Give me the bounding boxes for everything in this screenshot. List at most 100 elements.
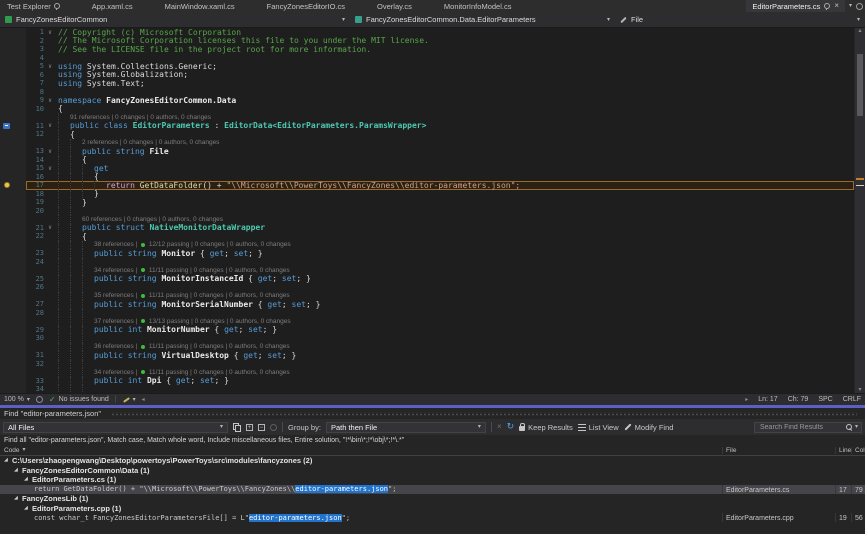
codelens-label[interactable]: 91 references | 0 changes | 0 authors, 0… [70, 114, 211, 121]
document-tab[interactable]: Test Explorer [2, 0, 65, 12]
code-cleanup-button[interactable]: ▾ [123, 397, 136, 403]
code-text[interactable]: public string MonitorSerialNumber { get;… [56, 300, 854, 309]
codelens-label[interactable]: 34 references | 11/11 passing | 0 change… [94, 267, 290, 274]
code-text[interactable]: public string MonitorInstanceId { get; s… [56, 275, 854, 284]
codelens-label[interactable]: 34 references | 11/11 passing | 0 change… [94, 369, 290, 376]
search-find-results-box[interactable]: ▾ [754, 422, 862, 433]
codelens-label[interactable]: 2 references | 0 changes | 0 authors, 0 … [82, 139, 219, 146]
codelens-label[interactable]: 35 references | 11/11 passing | 0 change… [94, 292, 290, 299]
code-line[interactable]: 25public string MonitorInstanceId { get;… [0, 275, 854, 284]
fold-toggle[interactable]: ∨ [44, 63, 56, 70]
expand-triangle-icon[interactable]: ◢ [14, 468, 22, 473]
code-line[interactable]: 12{ [0, 130, 854, 139]
code-line[interactable]: 29public int MonitorNumber { get; set; } [0, 326, 854, 335]
find-panel-title-bar[interactable]: Find "editor-parameters.json" [0, 408, 865, 419]
fold-toggle[interactable]: ∨ [44, 148, 56, 155]
column-header-file[interactable]: File [722, 447, 835, 454]
codelens-row[interactable]: 36 references | 11/11 passing | 0 change… [0, 343, 854, 352]
list-view-button[interactable]: List View [578, 423, 619, 432]
code-text[interactable]: // See the LICENSE file in the project r… [56, 45, 854, 54]
code-text[interactable]: } [56, 198, 854, 207]
column-header-line[interactable]: Line [835, 447, 851, 454]
group-by-dropdown[interactable]: Path then File ▾ [326, 422, 486, 433]
scroll-right-icon[interactable]: ▸ [745, 397, 748, 403]
keep-results-button[interactable]: Keep Results [519, 423, 573, 432]
zoom-dropdown[interactable]: 100 % ▾ [4, 396, 30, 403]
lightbulb-icon[interactable] [4, 182, 10, 188]
chevron-down-icon[interactable]: ▾ [855, 424, 858, 430]
code-line[interactable]: 9∨namespace FancyZonesEditorCommon.Data [0, 96, 854, 105]
code-line[interactable]: 20 [0, 207, 854, 216]
code-line[interactable]: 5∨using System.Collections.Generic; [0, 62, 854, 71]
code-line[interactable]: 2// The Microsoft Corporation licenses t… [0, 37, 854, 46]
document-tab[interactable]: FancyZonesEditorIO.cs [262, 0, 350, 12]
code-line[interactable]: 32 [0, 360, 854, 369]
code-line[interactable]: 31public string VirtualDesktop { get; se… [0, 351, 854, 360]
chevron-down-icon[interactable]: ▾ [857, 17, 860, 23]
collapse-all-icon[interactable]: − [258, 424, 265, 431]
code-line[interactable]: 26 [0, 283, 854, 292]
clear-results-icon[interactable]: × [497, 423, 502, 431]
code-text[interactable]: using System.Globalization; [56, 71, 854, 80]
expand-triangle-icon[interactable]: ◢ [4, 458, 12, 463]
code-text[interactable] [56, 258, 854, 267]
codelens-row[interactable]: 35 references | 11/11 passing | 0 change… [0, 292, 854, 301]
code-text[interactable] [56, 54, 854, 63]
code-text[interactable]: public class EditorParameters : EditorDa… [56, 122, 854, 131]
chevron-down-icon[interactable]: ▾ [607, 17, 610, 23]
code-line[interactable]: 3// See the LICENSE file in the project … [0, 45, 854, 54]
find-tree-node[interactable]: ◢EditorParameters.cpp (1) [0, 504, 865, 514]
code-line[interactable]: 17return GetDataFolder() + "\\Microsoft\… [0, 181, 854, 190]
member-dropdown[interactable]: File ▾ [615, 12, 865, 27]
codelens-row[interactable]: 2 references | 0 changes | 0 authors, 0 … [0, 139, 854, 148]
code-line[interactable]: 4 [0, 54, 854, 63]
document-tab[interactable]: Overlay.cs [372, 0, 417, 12]
find-tree-node[interactable]: ◢C:\Users\zhaopengwang\Desktop\powertoys… [0, 456, 865, 466]
code-text[interactable]: { [56, 232, 854, 241]
code-text[interactable]: public string Monitor { get; set; } [56, 249, 854, 258]
active-document-tab[interactable]: EditorParameters.cs × [746, 0, 845, 12]
code-line[interactable]: 16{ [0, 173, 854, 182]
expand-triangle-icon[interactable]: ◢ [14, 496, 22, 501]
codelens-row[interactable]: 38 references | 12/12 passing | 0 change… [0, 241, 854, 250]
code-text[interactable]: } [56, 190, 854, 199]
find-tree-node[interactable]: ◢EditorParameters.cs (1) [0, 475, 865, 485]
code-text[interactable]: { [56, 105, 854, 114]
document-tab[interactable]: MainWindow.xaml.cs [160, 0, 240, 12]
code-line[interactable]: 33public int Dpi { get; set; } [0, 377, 854, 386]
code-line[interactable]: 11∨public class EditorParameters : Edito… [0, 122, 854, 131]
pin-icon[interactable] [824, 3, 830, 9]
code-text[interactable]: { [56, 130, 854, 139]
tab-list-chevron-down-icon[interactable]: ▾ [849, 3, 852, 9]
chevron-down-icon[interactable]: ▾ [342, 17, 345, 23]
code-line[interactable]: 6using System.Globalization; [0, 71, 854, 80]
code-line[interactable]: 34 [0, 385, 854, 393]
code-line[interactable]: 23public string Monitor { get; set; } [0, 249, 854, 258]
code-line[interactable]: 30 [0, 334, 854, 343]
scroll-left-icon[interactable]: ◂ [142, 397, 145, 403]
code-text[interactable]: namespace FancyZonesEditorCommon.Data [56, 96, 854, 105]
code-text[interactable]: using System.Text; [56, 79, 854, 88]
code-text[interactable]: { [56, 173, 854, 182]
find-result-row[interactable]: const wchar_t FancyZonesEditorParameters… [0, 513, 865, 523]
gutter-marker-icon[interactable] [3, 123, 10, 129]
copy-results-icon[interactable] [233, 423, 241, 431]
codelens-label[interactable]: 38 references | 12/12 passing | 0 change… [94, 241, 291, 248]
find-tree-node[interactable]: ◢FancyZonesLib (1) [0, 494, 865, 504]
document-tab[interactable]: MonitorInfoModel.cs [439, 0, 517, 12]
scrollbar-thumb[interactable] [857, 54, 863, 116]
fold-toggle[interactable]: ∨ [44, 122, 56, 129]
code-line[interactable]: 13∨public string File [0, 147, 854, 156]
eol-indicator[interactable]: CRLF [843, 396, 861, 403]
title-drag-handle[interactable] [111, 412, 857, 416]
column-header-code[interactable]: Code [4, 447, 20, 454]
search-icon[interactable] [846, 424, 852, 430]
tab-options-icon[interactable] [856, 3, 863, 10]
code-lines[interactable]: 1∨// Copyright (c) Microsoft Corporation… [0, 28, 854, 393]
expand-triangle-icon[interactable]: ◢ [24, 477, 32, 482]
code-line[interactable]: 22{ [0, 232, 854, 241]
code-line[interactable]: 1∨// Copyright (c) Microsoft Corporation [0, 28, 854, 37]
code-text[interactable]: get [56, 164, 854, 173]
document-tab[interactable]: App.xaml.cs [87, 0, 138, 12]
codelens-label[interactable]: 60 references | 0 changes | 0 authors, 0… [82, 216, 223, 223]
